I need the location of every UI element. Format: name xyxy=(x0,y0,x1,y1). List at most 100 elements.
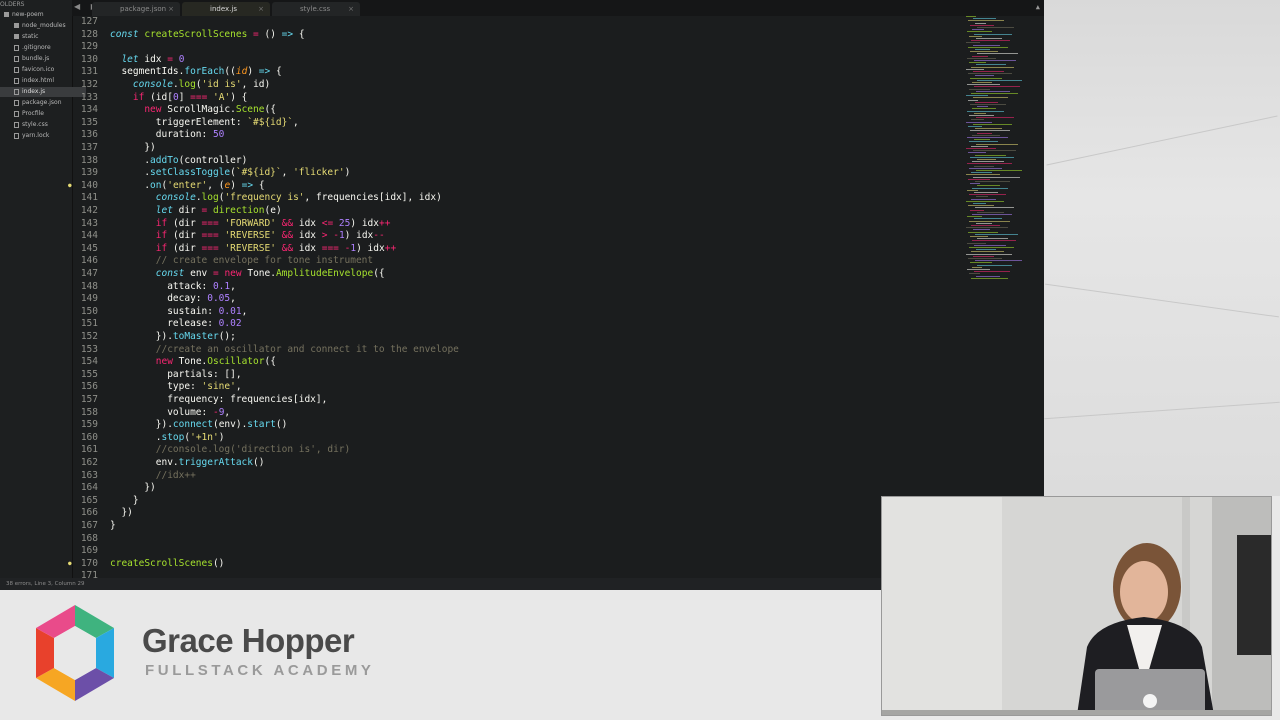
line-number: 127 xyxy=(80,16,98,27)
line-number: 164 xyxy=(80,482,98,494)
sidebar-item-new-poem[interactable]: new-poem xyxy=(0,10,76,20)
code-line: duration: 50 xyxy=(110,129,225,141)
minimap-line xyxy=(974,86,1020,88)
minimap-line xyxy=(975,154,1006,156)
code-area[interactable]: const createScrollScenes = () => { let i… xyxy=(110,16,960,578)
minimap-line xyxy=(976,117,1014,119)
line-number: 136 xyxy=(80,129,98,141)
line-number: 140 xyxy=(68,180,98,193)
grace-hopper-logo xyxy=(36,605,114,701)
code-line: const createScrollScenes = () => { xyxy=(110,28,305,40)
file-icon xyxy=(14,132,19,139)
minimap-line xyxy=(966,200,1004,202)
minimap-line xyxy=(970,104,1006,105)
minimap-line xyxy=(969,141,998,143)
scroll-up-icon[interactable]: ▲ xyxy=(1036,3,1040,11)
minimap-line xyxy=(975,101,998,103)
brand-subtitle: FULLSTACK ACADEMY xyxy=(145,662,375,679)
line-number: 130 xyxy=(80,53,98,65)
line-number: 143 xyxy=(80,217,98,229)
tab-package-json[interactable]: package.json × xyxy=(92,2,180,16)
line-number: 158 xyxy=(80,406,98,418)
minimap-line xyxy=(975,49,990,50)
minimap-line xyxy=(966,42,980,44)
minimap[interactable] xyxy=(966,16,1036,286)
minimap-line xyxy=(967,269,990,270)
code-line: console.log('id is', id) xyxy=(132,79,271,90)
speaker-video xyxy=(881,496,1272,716)
minimap-line xyxy=(977,53,1018,55)
minimap-line xyxy=(972,108,996,110)
sidebar-item-label: static xyxy=(22,33,39,40)
folder-icon xyxy=(14,23,19,28)
minimap-line xyxy=(973,229,990,231)
minimap-line xyxy=(967,57,996,59)
minimap-line xyxy=(966,121,992,123)
line-number: 167 xyxy=(80,520,98,531)
code-line: new ScrollMagic.Scene({ xyxy=(144,104,276,116)
minimap-line xyxy=(973,176,1020,178)
code-line: let idx = 0 xyxy=(121,53,185,65)
code-line: }) xyxy=(110,142,156,153)
minimap-line xyxy=(970,209,984,211)
folder-icon xyxy=(4,12,9,17)
code-line: .on('enter', (e) => { xyxy=(110,179,265,191)
minimap-line xyxy=(972,29,984,31)
minimap-line xyxy=(968,20,1004,22)
minimap-line xyxy=(977,238,1008,240)
minimap-line xyxy=(967,84,1000,86)
sidebar-item-label: .gitignore xyxy=(22,44,51,51)
minimap-line xyxy=(967,31,992,33)
minimap-line xyxy=(977,106,988,108)
minimap-line xyxy=(968,231,998,233)
code-line: const env = new Tone.AmplitudeEnvelope({ xyxy=(155,268,385,279)
line-number: 134 xyxy=(80,104,98,116)
minimap-line xyxy=(975,207,1014,209)
minimap-line xyxy=(975,22,986,24)
minimap-line xyxy=(968,258,1002,259)
minimap-line xyxy=(967,137,1008,138)
minimap-line xyxy=(974,165,994,167)
code-line: }) xyxy=(110,482,156,494)
line-number: 139 xyxy=(80,167,98,179)
minimap-line xyxy=(973,97,1008,99)
code-line: } xyxy=(110,520,116,531)
minimap-line xyxy=(977,132,992,134)
file-icon xyxy=(14,77,19,84)
code-line: .addTo(controller) xyxy=(110,154,248,166)
minimap-line xyxy=(968,152,986,154)
tab-style-css[interactable]: style.css × xyxy=(272,2,360,16)
brand-title: Grace Hopper xyxy=(142,622,355,659)
minimap-line xyxy=(972,266,982,268)
line-number: 156 xyxy=(80,381,98,393)
sidebar-item-label: index.js xyxy=(22,88,46,95)
close-tab-icon[interactable]: × xyxy=(258,2,264,16)
minimap-line xyxy=(977,264,1012,266)
close-tab-icon[interactable]: × xyxy=(348,2,354,16)
line-number: 162 xyxy=(80,457,98,468)
minimap-line xyxy=(969,194,1006,196)
line-number: 166 xyxy=(80,507,98,519)
line-number: 165 xyxy=(80,494,98,506)
line-number: 144 xyxy=(80,230,98,242)
minimap-line xyxy=(966,148,996,149)
minimap-line xyxy=(967,189,978,191)
line-number: 163 xyxy=(80,469,98,481)
line-number: 169 xyxy=(80,545,98,557)
line-number: 141 xyxy=(80,192,98,204)
tab-index-js[interactable]: index.js × xyxy=(182,2,270,16)
code-line: }) xyxy=(110,507,133,519)
close-tab-icon[interactable]: × xyxy=(168,2,174,16)
file-icon xyxy=(14,66,19,73)
minimap-line xyxy=(970,24,994,26)
code-line: if (dir === 'REVERSE' && idx === -1) idx… xyxy=(155,242,397,254)
minimap-line xyxy=(970,156,1014,158)
line-number: 133 xyxy=(80,91,98,103)
sidebar-item-label: yarn.lock xyxy=(22,132,50,139)
sidebar-item-label: favicon.ico xyxy=(22,66,55,73)
folder-icon xyxy=(14,34,19,39)
line-number: 129 xyxy=(80,41,98,53)
minimap-line xyxy=(974,218,1002,220)
minimap-line xyxy=(971,172,992,174)
minimap-line xyxy=(968,46,1008,48)
